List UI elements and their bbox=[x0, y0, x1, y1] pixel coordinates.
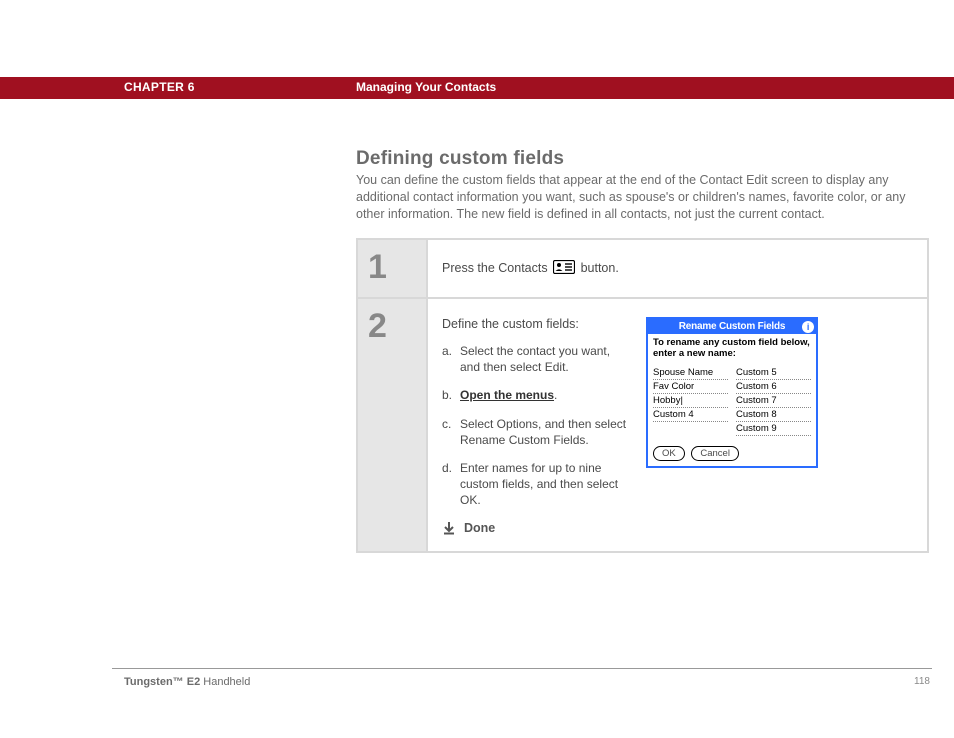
custom-field-input[interactable]: Custom 9 bbox=[736, 422, 811, 436]
contacts-icon bbox=[553, 260, 575, 277]
rename-custom-fields-dialog: Rename Custom Fields i To rename any cus… bbox=[646, 317, 818, 468]
chapter-title: Managing Your Contacts bbox=[356, 80, 496, 94]
step-2d: d. Enter names for up to nine custom fie… bbox=[442, 460, 632, 509]
custom-field-input[interactable]: Custom 6 bbox=[736, 380, 811, 394]
dialog-titlebar: Rename Custom Fields i bbox=[648, 319, 816, 334]
step-1-text-before: Press the Contacts bbox=[442, 261, 551, 275]
step-2a-letter: a. bbox=[442, 343, 460, 375]
custom-field-input[interactable]: Fav Color bbox=[653, 380, 728, 394]
dialog-instruction: To rename any custom field below, enter … bbox=[653, 338, 811, 360]
step-2b-letter: b. bbox=[442, 387, 460, 403]
intro-paragraph: You can define the custom fields that ap… bbox=[356, 172, 918, 223]
step-1-number-cell: 1 bbox=[358, 240, 428, 297]
cancel-button[interactable]: Cancel bbox=[691, 446, 739, 461]
custom-field-input[interactable]: Custom 5 bbox=[736, 366, 811, 380]
step-2-number-cell: 2 bbox=[358, 299, 428, 551]
step-1-body: Press the Contacts button. bbox=[428, 240, 927, 297]
info-icon[interactable]: i bbox=[802, 321, 814, 333]
step-2-row: 2 Define the custom fields: a. Select th… bbox=[358, 299, 927, 551]
step-1-text-after: button. bbox=[581, 261, 619, 275]
custom-fields-grid: Spouse Name Fav Color Hobby| Custom 4 Cu… bbox=[653, 366, 811, 436]
custom-field-input[interactable]: Hobby| bbox=[653, 394, 728, 408]
steps-container: 1 Press the Contacts button. bbox=[356, 238, 929, 553]
custom-field-input[interactable]: Spouse Name bbox=[653, 366, 728, 380]
custom-field-input[interactable]: Custom 4 bbox=[653, 408, 728, 422]
step-1-number: 1 bbox=[368, 248, 416, 287]
step-2c: c. Select Options, and then select Renam… bbox=[442, 416, 632, 448]
done-label: Done bbox=[464, 521, 495, 535]
step-2b-link[interactable]: Open the menus bbox=[460, 388, 554, 402]
step-2-body: Define the custom fields: a. Select the … bbox=[428, 299, 927, 551]
step-2c-letter: c. bbox=[442, 416, 460, 448]
footer-product-bold: Tungsten™ E2 bbox=[124, 676, 200, 688]
footer-product-rest: Handheld bbox=[200, 676, 250, 688]
step-2a: a. Select the contact you want, and then… bbox=[442, 343, 632, 375]
step-2c-text: Select Options, and then select Rename C… bbox=[460, 416, 632, 448]
custom-field-input[interactable]: Custom 7 bbox=[736, 394, 811, 408]
dialog-title: Rename Custom Fields bbox=[679, 321, 786, 332]
step-2b-after: . bbox=[554, 388, 557, 402]
ok-button[interactable]: OK bbox=[653, 446, 685, 461]
footer-product: Tungsten™ E2 Handheld bbox=[124, 676, 250, 688]
custom-field-input[interactable] bbox=[653, 422, 728, 436]
done-arrow-icon bbox=[442, 521, 456, 535]
step-2-lead: Define the custom fields: bbox=[442, 317, 632, 331]
custom-field-input[interactable]: Custom 8 bbox=[736, 408, 811, 422]
step-2d-text: Enter names for up to nine custom fields… bbox=[460, 460, 632, 509]
page-number: 118 bbox=[914, 676, 930, 687]
done-row: Done bbox=[442, 521, 632, 535]
page-heading: Defining custom fields bbox=[356, 148, 564, 170]
step-2b: b. Open the menus. bbox=[442, 387, 632, 403]
step-1-row: 1 Press the Contacts button. bbox=[358, 240, 927, 299]
step-2d-letter: d. bbox=[442, 460, 460, 509]
chapter-label: CHAPTER 6 bbox=[124, 80, 195, 94]
step-2-number: 2 bbox=[368, 307, 416, 346]
step-2a-text: Select the contact you want, and then se… bbox=[460, 343, 632, 375]
footer-divider bbox=[112, 668, 932, 669]
